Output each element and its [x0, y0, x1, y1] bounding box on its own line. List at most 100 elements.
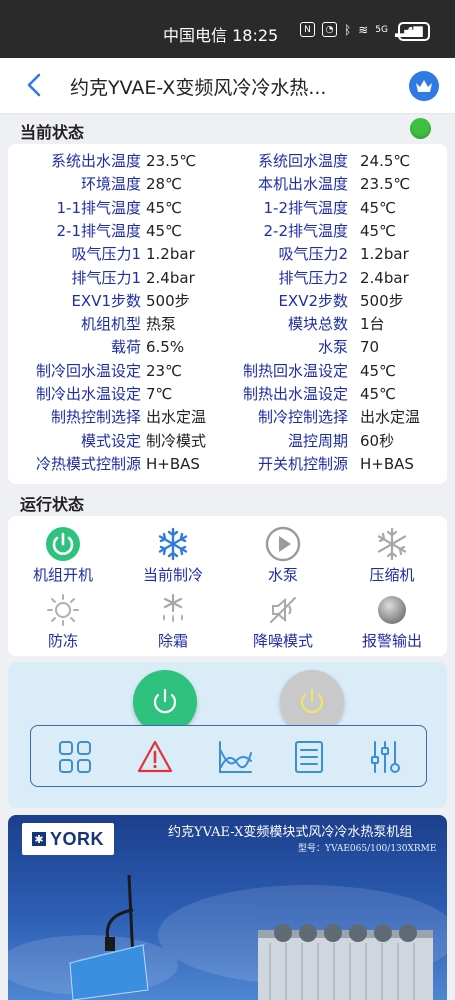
power-icon	[153, 688, 177, 714]
status-label: 开关机控制源	[257, 454, 348, 473]
status-label: 本机出水温度	[257, 175, 348, 194]
status-row: 2-1排气温度 45℃ 2-2排气温度 45℃	[8, 220, 447, 243]
status-value: 出水定温	[146, 408, 207, 427]
status-row: 制热控制选择 出水定温 制冷控制选择 出水定温	[8, 406, 447, 429]
status-value: 70	[360, 338, 380, 357]
trend-chart-icon[interactable]	[217, 739, 253, 775]
status-label: 模块总数	[287, 315, 348, 334]
run-label: 降噪模式	[252, 632, 313, 650]
status-label: 制冷回水温设定	[35, 361, 141, 380]
settings-sliders-icon[interactable]	[367, 739, 403, 775]
current-status-heading: 当前状态	[20, 123, 85, 142]
power-icon	[46, 527, 80, 561]
status-row: 制冷回水温设定 23℃ 制热回水温设定 45℃	[8, 360, 447, 383]
grid-icon[interactable]	[57, 739, 93, 775]
status-label: 排气压力2	[278, 268, 348, 287]
run-label: 除霜	[157, 632, 188, 650]
status-label: 制热出水温设定	[242, 385, 348, 403]
status-value: H+BAS	[146, 454, 200, 473]
bluetooth-icon: ᛒ	[344, 22, 352, 37]
status-row: 模式设定 制冷模式 温控周期 60秒	[8, 430, 447, 453]
status-label: EXV2步数	[278, 291, 348, 310]
status-value: 500步	[360, 291, 404, 310]
status-label: 1-2排气温度	[263, 198, 349, 217]
wifi-icon: ≋	[358, 22, 369, 37]
status-value: 制冷模式	[146, 431, 207, 450]
status-value: 28℃	[146, 175, 182, 194]
status-label: 系统出水温度	[50, 152, 141, 170]
status-row: 环境温度 28℃ 本机出水温度 23.5℃	[8, 173, 447, 196]
product-illustration	[8, 874, 447, 1000]
status-value: 500步	[146, 291, 190, 310]
status-value: 45℃	[360, 198, 396, 217]
power-icon	[300, 688, 324, 714]
status-value: 60秒	[360, 431, 395, 450]
status-label: 环境温度	[80, 175, 141, 194]
status-value: 45℃	[360, 385, 396, 403]
vip-crown-icon[interactable]	[409, 71, 439, 101]
status-row: 系统出水温度 23.5℃ 系统回水温度 24.5℃	[8, 150, 447, 173]
status-value: 7℃	[146, 385, 173, 403]
status-value: 1台	[360, 315, 385, 334]
status-value: 45℃	[146, 198, 182, 217]
cooling-state: 当前制冷	[118, 526, 228, 585]
status-label: 2-2排气温度	[263, 221, 349, 240]
running-state-heading: 运行状态	[20, 495, 85, 514]
status-value: 23.5℃	[360, 175, 411, 194]
status-label: 温控周期	[287, 431, 348, 450]
status-value: 24.5℃	[360, 152, 411, 170]
unit-on-state: 机组开机	[8, 526, 118, 585]
page-title: 约克YVAE-X变频风冷冷水热...	[70, 77, 327, 99]
status-value: 热泵	[146, 315, 177, 334]
status-value: 2.4bar	[360, 268, 409, 287]
antifreeze-state: 防冻	[8, 592, 118, 651]
status-row: 载荷 6.5% 水泵 70	[8, 336, 447, 359]
status-row: 排气压力1 2.4bar 排气压力2 2.4bar	[8, 267, 447, 290]
status-label: 制热回水温设定	[242, 361, 348, 380]
status-row: EXV1步数 500步 EXV2步数 500步	[8, 290, 447, 313]
status-row: 制冷出水温设定 7℃ 制热出水温设定 45℃	[8, 383, 447, 406]
status-row: 1-1排气温度 45℃ 1-2排气温度 45℃	[8, 197, 447, 220]
function-toolbar	[30, 725, 427, 787]
mute-icon	[270, 597, 296, 623]
status-value: 45℃	[360, 221, 396, 240]
current-status-card: 系统出水温度 23.5℃ 系统回水温度 24.5℃ 环境温度 28℃ 本机出水温度 23.5℃…	[8, 144, 447, 484]
quiet-mode-state: 降噪模式	[228, 592, 338, 651]
alarm-clock-icon: ◔	[322, 22, 337, 37]
status-label: 2-1排气温度	[56, 221, 142, 240]
control-panel	[8, 662, 447, 808]
status-label: 排气压力1	[71, 268, 141, 287]
defrost-state: 除霜	[118, 592, 228, 651]
status-row: 机组机型 热泵 模块总数 1台	[8, 313, 447, 336]
sun-icon	[47, 594, 79, 626]
product-banner: ✱ YORK 约克YVAE-X变频模块式风冷冷水热泵机组 型号：YVAE065/…	[8, 815, 447, 1000]
compressor-snowflake-icon	[377, 527, 407, 561]
run-label: 压缩机	[369, 566, 415, 584]
status-value: 23.5℃	[146, 152, 197, 170]
snowflake-icon	[158, 527, 188, 561]
defrost-icon	[163, 593, 183, 623]
run-label: 报警输出	[361, 632, 422, 650]
warning-icon[interactable]	[137, 739, 173, 775]
status-row: 冷热模式控制源 H+BAS 开关机控制源 H+BAS	[8, 453, 447, 476]
back-arrow-icon[interactable]	[22, 72, 48, 98]
status-value: 6.5%	[146, 338, 185, 357]
nfc-icon: N	[300, 22, 315, 37]
alarm-output-state: 报警输出	[337, 592, 447, 651]
run-label: 防冻	[47, 632, 78, 650]
status-label: 机组机型	[80, 315, 141, 334]
carrier-time: 中国电信 18:25	[163, 26, 279, 45]
status-value: 45℃	[146, 221, 182, 240]
list-icon[interactable]	[291, 739, 327, 775]
battery-icon: 49	[398, 22, 430, 41]
status-value: 1.2bar	[146, 245, 195, 264]
status-label: 吸气压力2	[278, 245, 348, 264]
status-value: H+BAS	[360, 454, 414, 473]
status-row: 吸气压力1 1.2bar 吸气压力2 1.2bar	[8, 243, 447, 266]
compressor-state: 压缩机	[337, 526, 447, 585]
status-label: 冷热模式控制源	[35, 454, 141, 473]
status-label: 1-1排气温度	[56, 198, 142, 217]
pump-state: 水泵	[228, 526, 338, 585]
alarm-light-icon	[378, 596, 406, 624]
online-status-indicator	[410, 118, 431, 139]
